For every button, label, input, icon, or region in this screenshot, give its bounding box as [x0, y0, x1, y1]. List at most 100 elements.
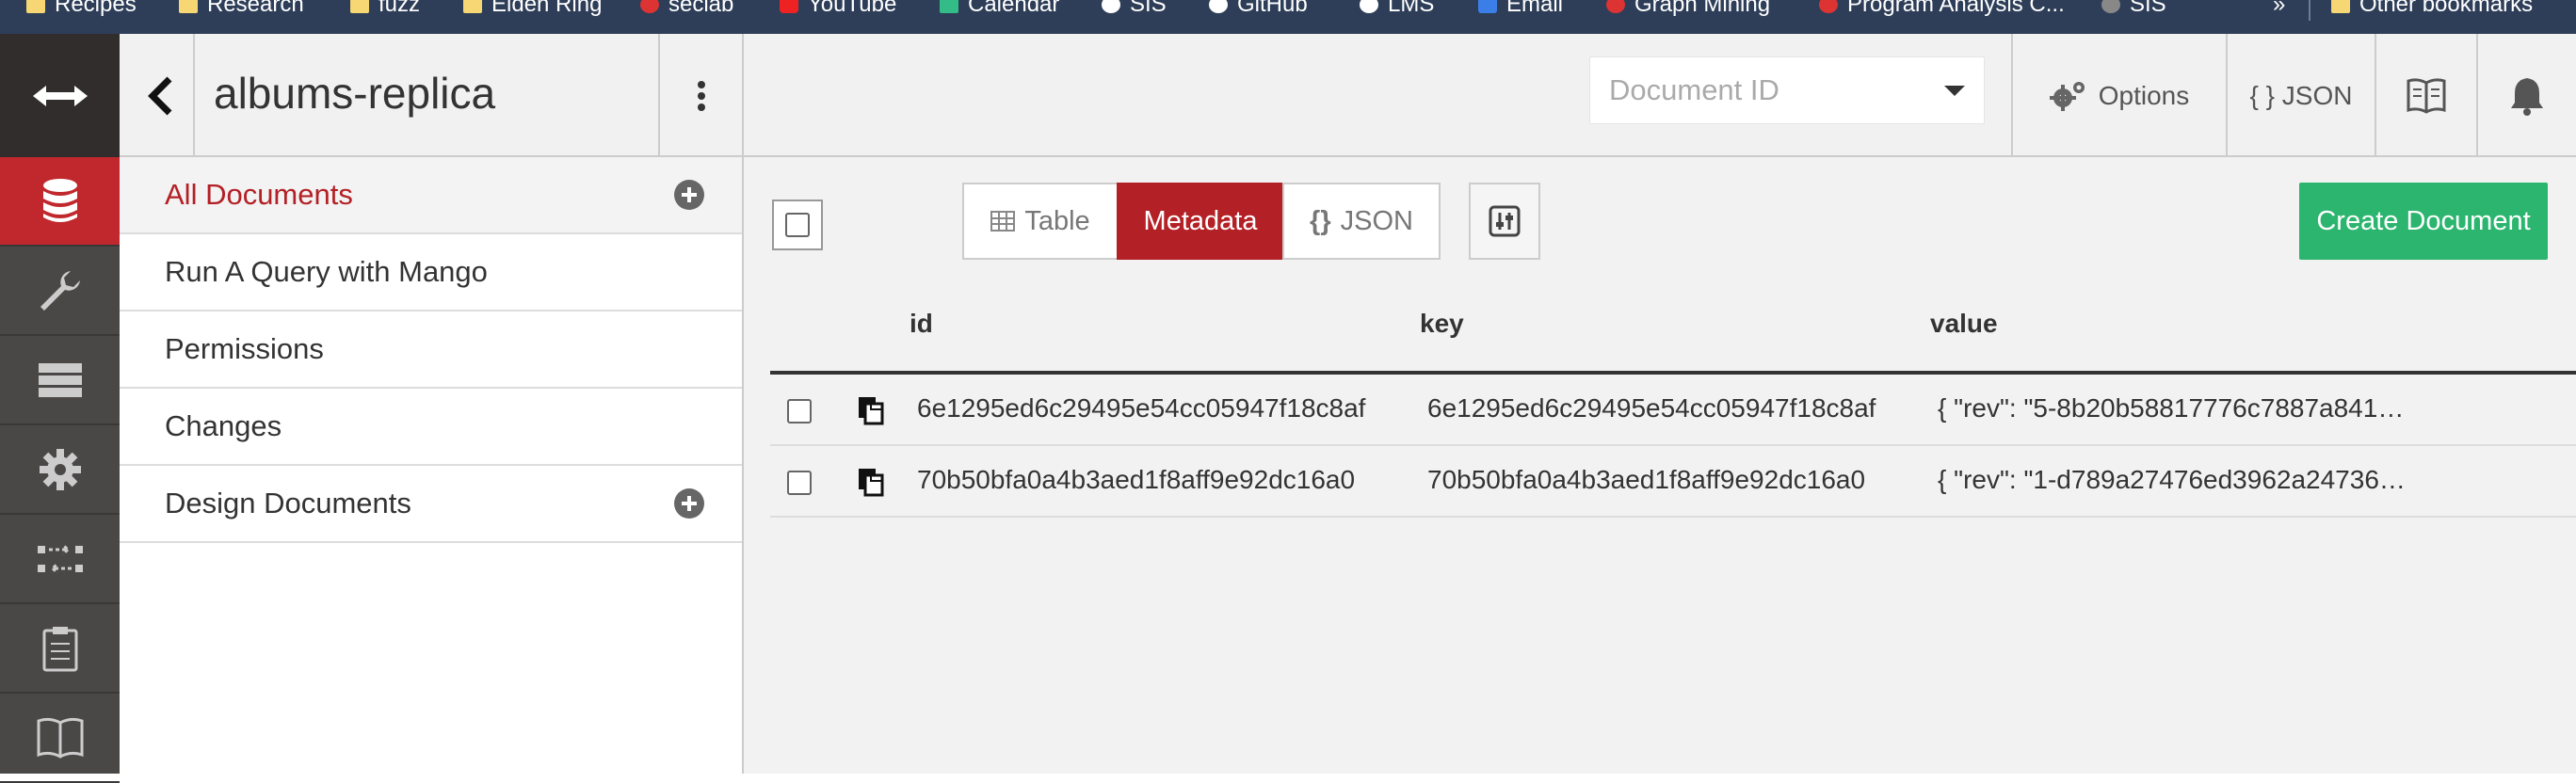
row-id: 6e1295ed6c29495e54cc05947f18c8af [917, 393, 1366, 423]
sis-icon [2101, 0, 2120, 13]
rail-config[interactable] [0, 425, 120, 515]
database-name: albums-replica [214, 69, 496, 118]
add-design-document-icon[interactable] [674, 488, 704, 519]
database-icon [42, 178, 77, 222]
top-toolbar: Document ID Options { } JSON [744, 34, 2576, 157]
bookmarks-separator [2309, 0, 2310, 21]
sidebar-header: albums-replica [120, 34, 742, 157]
table-header: id key value [770, 309, 2576, 375]
bookmark-github[interactable]: GitHub [1209, 0, 1308, 17]
lms-icon [1360, 0, 1378, 13]
checkbox-box [785, 213, 810, 237]
column-header-key[interactable]: key [1420, 309, 1464, 339]
sliders-icon [1489, 205, 1521, 237]
bookmarks-bar: Recipes Research fuzz Elden Ring seclab … [0, 0, 2576, 34]
column-header-id[interactable]: id [910, 309, 933, 339]
bell-icon [2511, 77, 2543, 116]
bookmark-fuzz[interactable]: fuzz [350, 0, 420, 17]
gears-icon [2049, 81, 2085, 111]
github-icon [1209, 0, 1228, 13]
row-checkbox[interactable] [787, 399, 812, 423]
youtube-icon [780, 0, 798, 13]
bookmark-elden-ring[interactable]: Elden Ring [463, 0, 602, 17]
nav-all-documents[interactable]: All Documents [120, 157, 742, 234]
notifications-button[interactable] [2478, 34, 2576, 157]
bookmark-email[interactable]: Email [1478, 0, 1563, 17]
row-key: 70b50bfa0a4b3aed1f8aff9e92dc16a0 [1427, 465, 1866, 494]
book-icon [37, 717, 83, 759]
kebab-menu-icon [697, 80, 705, 111]
email-icon [1478, 0, 1497, 13]
column-header-value[interactable]: value [1930, 309, 1998, 339]
sis-icon [1102, 0, 1120, 13]
copy-icon[interactable] [857, 467, 885, 502]
wrench-icon [40, 270, 80, 311]
table-row[interactable]: 70b50bfa0a4b3aed1f8aff9e92dc16a0 70b50bf… [770, 446, 2576, 518]
folder-icon [179, 0, 198, 13]
row-value: { "rev": "1-d789a27476ed3962a24736… [1938, 465, 2406, 494]
row-checkbox[interactable] [787, 471, 812, 495]
row-key: 6e1295ed6c29495e54cc05947f18c8af [1427, 393, 1876, 423]
bookmark-recipes[interactable]: Recipes [26, 0, 137, 17]
add-document-icon[interactable] [674, 180, 704, 210]
database-sidebar: albums-replica All Documents Run A Query… [120, 34, 744, 774]
chevron-down-icon [1944, 86, 1965, 96]
toggle-menu-button[interactable] [0, 34, 120, 157]
rail-setup[interactable] [0, 247, 120, 336]
rail-active-tasks[interactable] [0, 336, 120, 425]
clipboard-icon [42, 626, 77, 671]
braces-icon: {} [1310, 205, 1331, 236]
back-button[interactable] [133, 68, 189, 124]
other-bookmarks[interactable]: Other bookmarks [2331, 0, 2533, 17]
nav-run-query-mango[interactable]: Run A Query with Mango [120, 234, 742, 312]
documentation-button[interactable] [2376, 34, 2476, 157]
main-content: Document ID Options { } JSON Table Metad… [744, 34, 2576, 774]
bookmark-program-analysis[interactable]: Program Analysis C... [1819, 0, 2065, 17]
database-actions-menu-button[interactable] [660, 34, 742, 157]
rail-replication[interactable] [0, 515, 120, 604]
bookmark-graph-mining[interactable]: Graph Mining [1606, 0, 1770, 17]
folder-icon [350, 0, 369, 13]
row-value: { "rev": "5-8b20b58817776c7887a841… [1938, 393, 2405, 423]
view-json-button[interactable]: {} JSON [1282, 183, 1441, 260]
view-table-button[interactable]: Table [962, 183, 1119, 260]
api-json-button[interactable]: { } JSON [2228, 34, 2375, 157]
folder-icon [26, 0, 45, 13]
rail-databases[interactable] [0, 157, 120, 247]
book-icon [2407, 77, 2446, 114]
bookmark-sis[interactable]: SIS [1102, 0, 1167, 17]
expand-arrows-icon [32, 85, 88, 106]
bookmark-sis-2[interactable]: SIS [2101, 0, 2166, 17]
view-metadata-button[interactable]: Metadata [1117, 183, 1284, 260]
table-row[interactable]: 6e1295ed6c29495e54cc05947f18c8af 6e1295e… [770, 375, 2576, 446]
calendar-icon [940, 0, 958, 13]
folder-icon [2331, 0, 2350, 13]
bookmarks-overflow-button[interactable]: » [2273, 0, 2285, 17]
program-analysis-icon [1819, 0, 1838, 13]
row-id: 70b50bfa0a4b3aed1f8aff9e92dc16a0 [917, 465, 1356, 494]
bookmark-research[interactable]: Research [179, 0, 304, 17]
rail-docs-book[interactable] [0, 694, 120, 783]
nav-changes[interactable]: Changes [120, 389, 742, 466]
bookmark-lms[interactable]: LMS [1360, 0, 1434, 17]
bookmark-youtube[interactable]: YouTube [780, 0, 896, 17]
divider [193, 34, 195, 157]
icon-rail [0, 34, 120, 783]
table-settings-button[interactable] [1469, 183, 1540, 260]
bookmark-calendar[interactable]: Calendar [940, 0, 1059, 17]
select-all-checkbox[interactable] [772, 200, 823, 250]
bookmark-seclab[interactable]: seclab [640, 0, 733, 17]
create-document-button[interactable]: Create Document [2299, 183, 2548, 260]
seclab-icon [640, 0, 659, 13]
chevron-left-icon [148, 76, 172, 116]
replication-icon [37, 543, 83, 574]
server-list-icon [38, 362, 82, 397]
graph-mining-icon [1606, 0, 1625, 13]
nav-permissions[interactable]: Permissions [120, 312, 742, 389]
document-id-search[interactable]: Document ID [1589, 56, 1985, 124]
rail-documentation[interactable] [0, 604, 120, 694]
nav-design-documents[interactable]: Design Documents [120, 466, 742, 543]
options-button[interactable]: Options [2013, 34, 2226, 157]
copy-icon[interactable] [857, 395, 885, 430]
gear-icon [39, 448, 81, 490]
